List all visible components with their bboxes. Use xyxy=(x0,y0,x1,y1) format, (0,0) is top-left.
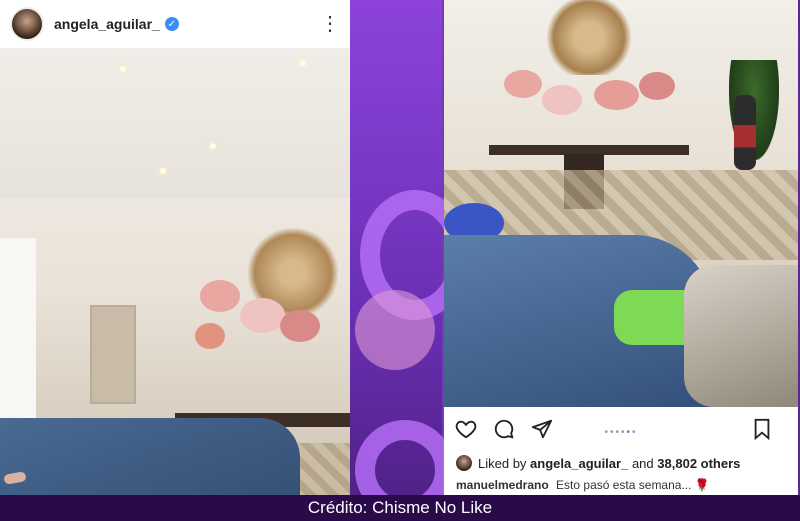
dried-flower-arrangement xyxy=(544,0,634,75)
post-header: angela_aguilar_ ✓ ⋮ xyxy=(0,0,350,48)
likes-connector: and xyxy=(631,455,654,471)
ceiling-light xyxy=(160,168,166,174)
post-photo[interactable] xyxy=(444,0,798,407)
right-instagram-post: •••••• Liked by angela_aguilar_ and 38,8… xyxy=(444,0,798,500)
verified-check-icon: ✓ xyxy=(164,17,179,31)
flower-bouquet xyxy=(200,280,240,312)
left-instagram-post: angela_aguilar_ ✓ ⋮ xyxy=(0,0,350,495)
flower-bouquet xyxy=(280,310,320,342)
center-decoration xyxy=(350,0,470,521)
carousel-indicator: •••••• xyxy=(444,427,798,438)
ceiling-light xyxy=(210,143,216,149)
likes-user[interactable]: angela_aguilar_ xyxy=(530,456,628,471)
post-photo[interactable] xyxy=(0,48,350,495)
likes-prefix: Liked by xyxy=(478,455,527,471)
more-options-icon[interactable]: ⋮ xyxy=(320,14,340,34)
caption: manuelmedrano Esto pasó esta semana... 🌹 xyxy=(456,478,710,492)
ceiling-light xyxy=(300,60,306,66)
caption-text: Esto pasó esta semana... xyxy=(556,478,692,492)
carousel-dot: • xyxy=(632,427,638,438)
post-username[interactable]: angela_aguilar_ xyxy=(54,16,160,32)
flower-bouquet xyxy=(504,70,542,98)
likes-summary[interactable]: Liked by angela_aguilar_ and 38,802 othe… xyxy=(456,455,740,471)
decor-blob xyxy=(355,290,435,370)
flower-bouquet xyxy=(240,298,285,333)
rose-emoji: 🌹 xyxy=(694,478,710,492)
sneaker xyxy=(684,265,798,407)
door xyxy=(90,305,136,404)
credit-bar: Crédito: Chisme No Like xyxy=(0,495,800,521)
post-action-bar: •••••• xyxy=(444,407,798,451)
flower-bouquet xyxy=(195,323,225,349)
manicured-hand xyxy=(0,463,60,495)
credit-text: Crédito: Chisme No Like xyxy=(307,498,493,517)
ceiling-light xyxy=(120,66,126,72)
ceiling xyxy=(0,48,350,198)
likes-count[interactable]: 38,802 others xyxy=(657,456,740,471)
wall-column xyxy=(0,238,36,438)
flower-bouquet xyxy=(594,80,639,110)
caption-username[interactable]: manuelmedrano xyxy=(456,478,549,492)
flower-bouquet xyxy=(639,72,675,100)
avatar xyxy=(456,455,472,471)
avatar[interactable] xyxy=(10,7,44,41)
flower-bouquet xyxy=(542,85,582,115)
nail xyxy=(3,471,27,485)
standing-person xyxy=(734,95,756,170)
